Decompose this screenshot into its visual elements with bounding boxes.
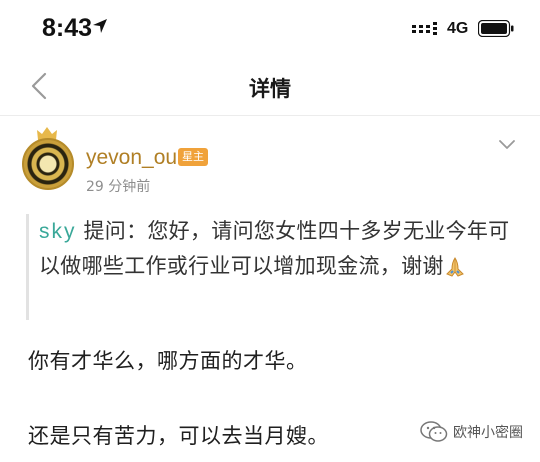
watermark: 欧神小密圈 [420, 420, 523, 444]
owner-badge: 星主 [178, 148, 208, 166]
answer-line-1: 你有才华么，哪方面的才华。 [28, 349, 308, 373]
author-name[interactable]: yevon_ou [86, 146, 177, 170]
signal-icon [412, 22, 437, 35]
chevron-down-icon[interactable] [499, 140, 515, 150]
asker-name[interactable]: sky [39, 220, 77, 243]
question-prefix: 提问： [76, 219, 148, 243]
status-time: 8:43 [42, 14, 93, 42]
post-time: 29 分钟前 [86, 179, 151, 195]
status-bar: 8:43 4G [0, 0, 540, 58]
network-type: 4G [447, 20, 469, 37]
avatar[interactable] [22, 138, 74, 190]
nav-bar: 详情 [0, 58, 540, 116]
question-text: sky 提问：您好，请问您女性四十多岁无业今年可以做哪些工作或行业可以增加现金流… [39, 214, 520, 283]
answer-line-2: 还是只有苦力，可以去当月嫂。 [28, 424, 329, 448]
battery-icon [478, 20, 514, 37]
wechat-icon [420, 421, 448, 442]
watermark-text: 欧神小密圈 [453, 425, 523, 441]
quoted-question: sky 提问：您好，请问您女性四十多岁无业今年可以做哪些工作或行业可以增加现金流… [26, 214, 520, 320]
location-arrow-icon [93, 19, 107, 33]
page-title: 详情 [249, 77, 291, 101]
praying-hands-icon [445, 257, 464, 277]
